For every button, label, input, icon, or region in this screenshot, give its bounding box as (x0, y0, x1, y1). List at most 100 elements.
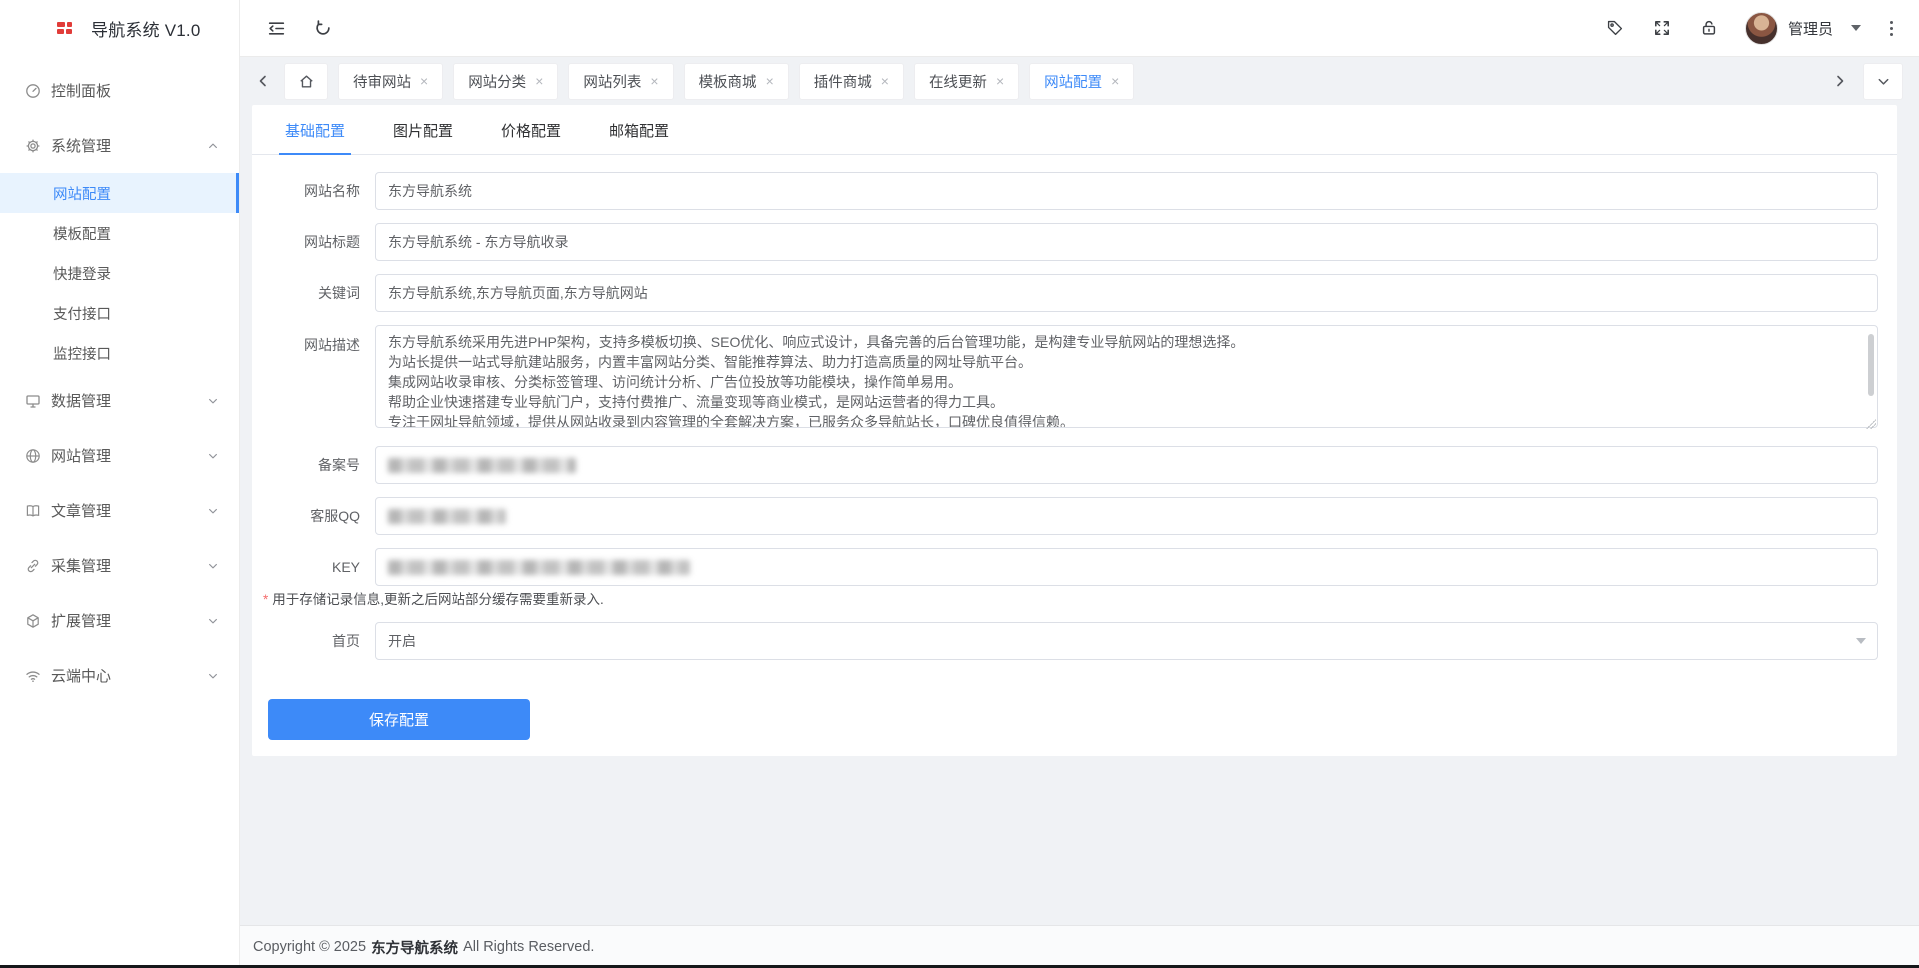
tabs-scroll-right-icon[interactable] (1829, 70, 1851, 92)
home-select[interactable]: 开启 (375, 622, 1878, 660)
description-label: 网站描述 (252, 325, 375, 433)
key-label: KEY (252, 548, 375, 586)
tabs-dropdown-button[interactable] (1863, 63, 1903, 100)
icp-input[interactable] (375, 446, 1878, 484)
monitor-icon (25, 393, 41, 409)
sidebar-item-dashboard[interactable]: 控制面板 (0, 63, 239, 118)
tab-plugin-store[interactable]: 插件商城 × (799, 63, 904, 100)
gear-icon (25, 138, 41, 154)
close-icon[interactable]: × (766, 74, 774, 88)
chevron-down-icon (207, 505, 219, 517)
sidebar-item-cloud[interactable]: 云端中心 (0, 648, 239, 703)
chevron-down-icon (207, 615, 219, 627)
tag-icon[interactable] (1604, 17, 1626, 39)
sidebar-item-label: 控制面板 (51, 80, 219, 101)
sidebar-subitem-label: 模板配置 (53, 223, 111, 244)
sidebar-item-system[interactable]: 系统管理 (0, 118, 239, 173)
chevron-down-icon (207, 670, 219, 682)
tab-site-config[interactable]: 网站配置 × (1029, 63, 1134, 100)
tab-template-store[interactable]: 模板商城 × (684, 63, 789, 100)
tab-price-config[interactable]: 价格配置 (499, 105, 563, 154)
refresh-icon[interactable] (312, 17, 334, 39)
icp-redacted-value (388, 458, 576, 473)
sidebar-item-label: 数据管理 (51, 390, 207, 411)
close-icon[interactable]: × (650, 74, 658, 88)
keywords-input[interactable] (375, 274, 1878, 312)
lock-icon[interactable] (1698, 17, 1720, 39)
close-icon[interactable]: × (881, 74, 889, 88)
footer-brand: 东方导航系统 (371, 937, 458, 958)
qq-input[interactable] (375, 497, 1878, 535)
sidebar: 导航系统 V1.0 控制面板 系统管理 网站配置 (0, 0, 240, 968)
fullscreen-icon[interactable] (1651, 17, 1673, 39)
tab-chip-list: 待审网站 × 网站分类 × 网站列表 × 模板商城 × 插件商城 × (284, 63, 1829, 100)
site-title-label: 网站标题 (252, 223, 375, 261)
keywords-label: 关键词 (252, 274, 375, 312)
sidebar-item-article[interactable]: 文章管理 (0, 483, 239, 538)
sidebar-subitem-label: 支付接口 (53, 303, 111, 324)
sidebar-item-label: 文章管理 (51, 500, 207, 521)
more-menu-icon[interactable] (1886, 19, 1897, 38)
sidebar-item-collect[interactable]: 采集管理 (0, 538, 239, 593)
sidebar-subitem-site-config[interactable]: 网站配置 (0, 173, 239, 213)
icp-label: 备案号 (252, 446, 375, 484)
sidebar-subitem-label: 监控接口 (53, 343, 111, 364)
tab-basic-config[interactable]: 基础配置 (283, 105, 347, 154)
textarea-resize-grip[interactable] (1866, 419, 1876, 429)
sidebar-subitem-payment-api[interactable]: 支付接口 (0, 293, 239, 333)
sidebar-item-extension[interactable]: 扩展管理 (0, 593, 239, 648)
app-title: 导航系统 V1.0 (91, 16, 201, 41)
close-icon[interactable]: × (1111, 74, 1119, 88)
sidebar-item-website[interactable]: 网站管理 (0, 428, 239, 483)
wifi-icon (25, 668, 41, 684)
site-name-input[interactable] (375, 172, 1878, 210)
key-hint: *用于存储记录信息,更新之后网站部分缓存需要重新录入. (263, 588, 1878, 608)
cube-icon (25, 613, 41, 629)
caret-down-icon (1851, 25, 1861, 36)
key-redacted-value (388, 560, 690, 575)
chevron-down-icon (207, 560, 219, 572)
save-config-button[interactable]: 保存配置 (268, 699, 530, 740)
user-menu[interactable]: 管理员 (1745, 12, 1861, 45)
select-arrow-icon (1856, 638, 1866, 649)
top-header: 管理员 (240, 0, 1919, 57)
close-icon[interactable]: × (420, 74, 428, 88)
close-icon[interactable]: × (996, 74, 1004, 88)
key-input[interactable] (375, 548, 1878, 586)
globe-icon (25, 448, 41, 464)
tab-image-config[interactable]: 图片配置 (391, 105, 455, 154)
textarea-scrollbar[interactable] (1868, 334, 1874, 396)
tab-home[interactable] (284, 63, 328, 100)
sidebar-subitem-label: 快捷登录 (53, 263, 111, 284)
description-textarea[interactable]: 东方导航系统采用先进PHP架构，支持多模板切换、SEO优化、响应式设计，具备完善… (375, 325, 1878, 428)
logo-icon (57, 22, 74, 35)
link-icon (25, 558, 41, 574)
sidebar-item-label: 系统管理 (51, 135, 207, 156)
tab-online-update[interactable]: 在线更新 × (914, 63, 1019, 100)
sidebar-subitem-monitor-api[interactable]: 监控接口 (0, 333, 239, 373)
user-name: 管理员 (1788, 18, 1833, 39)
avatar[interactable] (1745, 12, 1778, 45)
basic-config-form: 网站名称 网站标题 关键词 网站描述 东方导航系统采用先进 (252, 155, 1897, 756)
chevron-down-icon (207, 450, 219, 462)
sidebar-subitem-quick-login[interactable]: 快捷登录 (0, 253, 239, 293)
home-icon (298, 73, 315, 90)
tab-site-list[interactable]: 网站列表 × (568, 63, 673, 100)
tabs-scroll-left-icon[interactable] (252, 70, 274, 92)
sidebar-item-data[interactable]: 数据管理 (0, 373, 239, 428)
chevron-down-icon (1876, 74, 1891, 89)
site-title-input[interactable] (375, 223, 1878, 261)
sidebar-item-label: 扩展管理 (51, 610, 207, 631)
sidebar-menu: 控制面板 系统管理 网站配置 模板配置 快捷登录 支付接口 (0, 57, 239, 968)
tab-pending-sites[interactable]: 待审网站 × (338, 63, 443, 100)
footer-copyright: Copyright © 2025 (253, 939, 366, 955)
tab-site-categories[interactable]: 网站分类 × (453, 63, 558, 100)
config-tabs: 基础配置 图片配置 价格配置 邮箱配置 (252, 105, 1897, 155)
sidebar-subitem-label: 网站配置 (53, 183, 111, 204)
collapse-sidebar-icon[interactable] (265, 17, 287, 39)
tab-email-config[interactable]: 邮箱配置 (607, 105, 671, 154)
sidebar-item-label: 采集管理 (51, 555, 207, 576)
sidebar-item-label: 网站管理 (51, 445, 207, 466)
close-icon[interactable]: × (535, 74, 543, 88)
sidebar-subitem-template-config[interactable]: 模板配置 (0, 213, 239, 253)
